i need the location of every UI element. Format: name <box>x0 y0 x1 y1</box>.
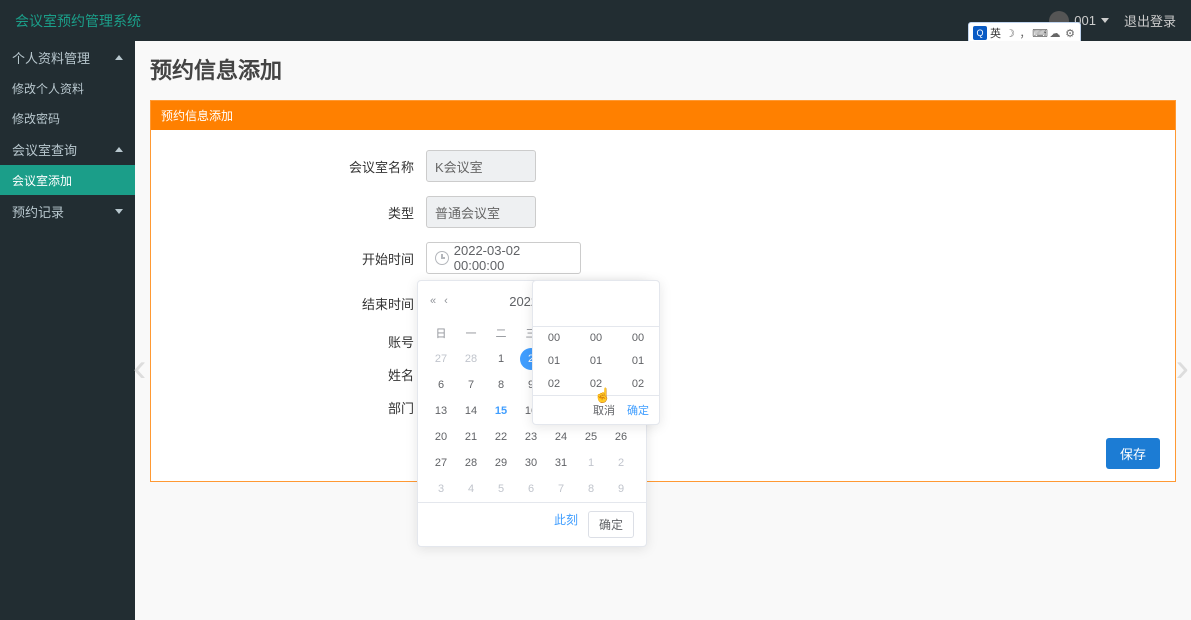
account-label: 账号 <box>181 332 426 351</box>
date-cell[interactable]: 28 <box>456 346 486 372</box>
time-option[interactable]: 01 <box>533 350 575 373</box>
time-option[interactable]: 01 <box>617 350 659 373</box>
ime-lang: 英 <box>990 25 1001 41</box>
date-cell[interactable]: 31 <box>546 450 576 476</box>
dept-label: 部门 <box>181 398 426 417</box>
date-cell[interactable]: 14 <box>456 398 486 424</box>
date-cell[interactable]: 22 <box>486 424 516 450</box>
weekday-header: 一 <box>456 320 486 346</box>
date-cell[interactable]: 21 <box>456 424 486 450</box>
date-cell[interactable]: 15 <box>486 398 516 424</box>
room-name-input[interactable] <box>426 150 536 182</box>
time-option[interactable]: 00 <box>617 327 659 350</box>
time-option[interactable]: 00 <box>575 327 617 350</box>
form-panel: 预约信息添加 会议室名称 类型 开始时间 2022-03-02 00:00:00 <box>150 100 1176 482</box>
date-cell[interactable]: 2 <box>606 450 636 476</box>
date-cell[interactable]: 6 <box>426 372 456 398</box>
weekday-header: 二 <box>486 320 516 346</box>
chevron-up-icon <box>115 55 123 60</box>
ime-keyboard-icon: ⌨ <box>1034 27 1046 39</box>
panel-title: 预约信息添加 <box>151 101 1175 130</box>
start-time-label: 开始时间 <box>181 249 426 268</box>
timepicker-ok-button[interactable]: 确定 <box>627 402 649 418</box>
ime-comma-icon: ， <box>1019 27 1031 39</box>
date-cell[interactable]: 3 <box>426 476 456 502</box>
carousel-prev-icon[interactable]: ‹ <box>133 346 146 391</box>
sidebar-group-label: 会议室查询 <box>12 140 77 159</box>
date-cell[interactable]: 24 <box>546 424 576 450</box>
ime-settings-icon: ⚙ <box>1064 27 1076 39</box>
sidebar-item-edit-profile[interactable]: 修改个人资料 <box>0 73 135 103</box>
chevron-down-icon <box>115 209 123 214</box>
app-title: 会议室预约管理系统 <box>15 11 141 31</box>
date-cell[interactable]: 20 <box>426 424 456 450</box>
name-label: 姓名 <box>181 365 426 384</box>
date-cell[interactable]: 27 <box>426 346 456 372</box>
ime-cloud-icon: ☁ <box>1049 27 1061 39</box>
save-button[interactable]: 保存 <box>1106 438 1160 469</box>
date-cell[interactable]: 4 <box>456 476 486 502</box>
date-cell[interactable]: 1 <box>576 450 606 476</box>
weekday-header: 日 <box>426 320 456 346</box>
timepicker-cancel-button[interactable]: 取消 <box>593 402 615 418</box>
date-cell[interactable]: 8 <box>486 372 516 398</box>
date-cell[interactable]: 30 <box>516 450 546 476</box>
date-cell[interactable]: 26 <box>606 424 636 450</box>
date-cell[interactable]: 13 <box>426 398 456 424</box>
time-option[interactable]: 02 <box>575 373 617 396</box>
datepicker-now-button[interactable]: 此刻 <box>554 511 578 538</box>
main-content: 预约信息添加 预约信息添加 会议室名称 类型 开始时间 2022-03-02 0… <box>135 41 1191 620</box>
type-input[interactable] <box>426 196 536 228</box>
chevron-down-icon <box>1101 18 1109 23</box>
ime-moon-icon: ☽ <box>1004 27 1016 39</box>
date-cell[interactable]: 8 <box>576 476 606 502</box>
date-cell[interactable]: 9 <box>606 476 636 502</box>
type-label: 类型 <box>181 203 426 222</box>
chevron-up-icon <box>115 147 123 152</box>
sidebar: 个人资料管理 修改个人资料 修改密码 会议室查询 会议室添加 预约记录 <box>0 41 135 620</box>
carousel-next-icon[interactable]: › <box>1176 346 1189 391</box>
date-cell[interactable]: 7 <box>456 372 486 398</box>
time-picker: 000102000102000102 取消 确定 <box>532 280 660 425</box>
date-cell[interactable]: 29 <box>486 450 516 476</box>
sidebar-group-profile[interactable]: 个人资料管理 <box>0 41 135 73</box>
logout-link[interactable]: 退出登录 <box>1124 11 1176 30</box>
date-cell[interactable]: 23 <box>516 424 546 450</box>
time-option[interactable]: 01 <box>575 350 617 373</box>
date-cell[interactable]: 7 <box>546 476 576 502</box>
page-title: 预约信息添加 <box>150 53 1176 85</box>
date-cell[interactable]: 27 <box>426 450 456 476</box>
date-cell[interactable]: 25 <box>576 424 606 450</box>
sidebar-group-label: 预约记录 <box>12 202 64 221</box>
date-cell[interactable]: 28 <box>456 450 486 476</box>
clock-icon <box>435 251 449 265</box>
datepicker-confirm-button[interactable]: 确定 <box>588 511 634 538</box>
sidebar-group-reservation[interactable]: 预约记录 <box>0 195 135 227</box>
date-cell[interactable]: 5 <box>486 476 516 502</box>
sidebar-group-label: 个人资料管理 <box>12 48 90 67</box>
end-time-label: 结束时间 <box>181 294 426 313</box>
ime-logo-icon: Q <box>973 26 987 40</box>
sidebar-item-change-password[interactable]: 修改密码 <box>0 103 135 133</box>
time-option[interactable]: 02 <box>533 373 575 396</box>
room-name-label: 会议室名称 <box>181 157 426 176</box>
sidebar-group-room-query[interactable]: 会议室查询 <box>0 133 135 165</box>
prev-year-button[interactable]: « <box>430 295 436 307</box>
start-time-input[interactable]: 2022-03-02 00:00:00 <box>426 242 581 274</box>
time-option[interactable]: 02 <box>617 373 659 396</box>
date-cell[interactable]: 6 <box>516 476 546 502</box>
date-cell[interactable]: 1 <box>486 346 516 372</box>
time-option[interactable]: 00 <box>533 327 575 350</box>
sidebar-item-room-add[interactable]: 会议室添加 <box>0 165 135 195</box>
